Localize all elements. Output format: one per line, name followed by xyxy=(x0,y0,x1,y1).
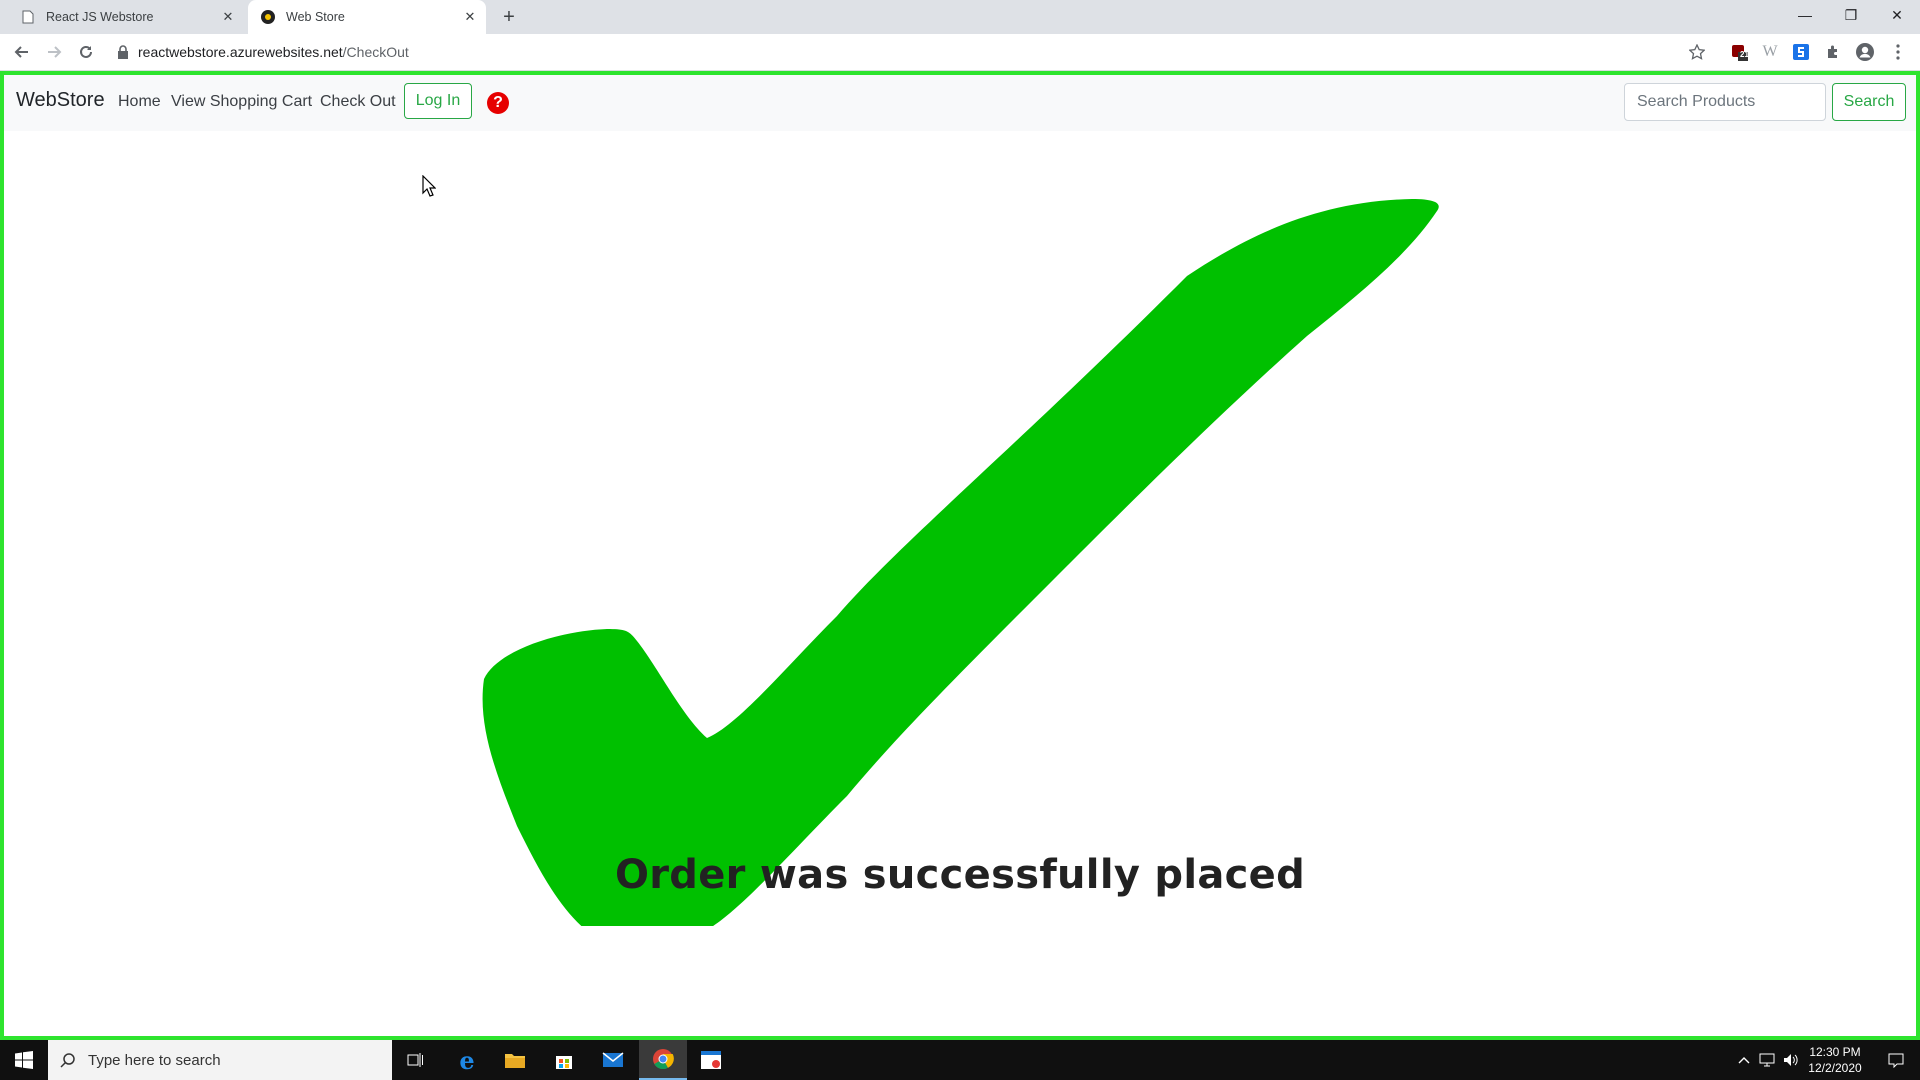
clock-time: 12:30 PM xyxy=(1809,1045,1861,1059)
success-checkmark-icon xyxy=(482,199,1439,926)
tab-react-js-webstore[interactable]: React JS Webstore ✕ xyxy=(8,0,244,34)
tab-web-store[interactable]: Web Store ✕ xyxy=(248,0,486,34)
taskbar-search-placeholder: Type here to search xyxy=(88,1051,221,1069)
app-window-icon[interactable] xyxy=(687,1040,735,1080)
nav-link-check-out[interactable]: Check Out xyxy=(320,93,396,111)
microsoft-store-icon[interactable] xyxy=(540,1040,588,1080)
new-tab-icon[interactable]: + xyxy=(496,4,522,30)
search-icon xyxy=(48,1052,88,1068)
mouse-cursor-icon xyxy=(422,175,436,197)
forward-icon[interactable] xyxy=(42,40,66,64)
volume-icon[interactable] xyxy=(1780,1040,1802,1080)
search-button[interactable]: Search xyxy=(1832,83,1906,121)
s-extension-icon[interactable] xyxy=(1789,40,1813,64)
order-success-message: Order was successfully placed xyxy=(614,852,1306,898)
close-tab-icon[interactable]: ✕ xyxy=(462,9,478,25)
task-view-icon[interactable] xyxy=(392,1040,440,1080)
show-hidden-icons-chevron-icon[interactable] xyxy=(1734,1040,1754,1080)
browser-tab-bar: React JS Webstore ✕ Web Store ✕ + — ❐ ✕ xyxy=(0,0,1920,34)
restore-icon[interactable]: ❐ xyxy=(1828,0,1874,30)
windows-start-icon[interactable] xyxy=(0,1040,48,1080)
taskbar-clock[interactable]: 12:30 PM 12/2/2020 xyxy=(1800,1040,1870,1080)
profile-avatar-icon[interactable] xyxy=(1853,40,1877,64)
site-favicon-icon xyxy=(260,9,276,25)
brand-logo-text[interactable]: WebStore xyxy=(16,89,105,112)
file-explorer-icon[interactable] xyxy=(491,1040,539,1080)
bookmark-star-icon[interactable] xyxy=(1685,40,1709,64)
back-icon[interactable] xyxy=(10,40,34,64)
reload-icon[interactable] xyxy=(74,40,98,64)
login-button[interactable]: Log In xyxy=(404,83,472,119)
lock-icon xyxy=(118,45,128,59)
taskbar-search-box[interactable]: Type here to search xyxy=(48,1040,392,1080)
chrome-icon[interactable] xyxy=(639,1040,687,1080)
address-bar[interactable]: reactwebstore.azurewebsites.net/CheckOut xyxy=(116,38,1696,66)
url-text: reactwebstore.azurewebsites.net/CheckOut xyxy=(138,44,409,60)
page-viewport: WebStore Home View Shopping Cart Check O… xyxy=(0,71,1920,1040)
nav-link-home[interactable]: Home xyxy=(118,93,161,111)
clock-date: 12/2/2020 xyxy=(1808,1061,1862,1075)
tab-title: Web Store xyxy=(286,10,345,24)
url-path: /CheckOut xyxy=(342,44,409,60)
browser-toolbar: reactwebstore.azurewebsites.net/CheckOut… xyxy=(0,34,1920,71)
extensions-puzzle-icon[interactable] xyxy=(1821,40,1845,64)
action-center-icon[interactable] xyxy=(1872,1040,1920,1080)
close-window-icon[interactable]: ✕ xyxy=(1874,0,1920,30)
nav-link-view-shopping-cart[interactable]: View Shopping Cart xyxy=(171,93,312,111)
windows-taskbar: Type here to search e 12:30 PM 12/2/2020 xyxy=(0,1040,1920,1080)
edge-browser-icon[interactable]: e xyxy=(443,1040,491,1080)
help-question-icon[interactable]: ? xyxy=(487,92,509,114)
browser-menu-icon[interactable] xyxy=(1886,40,1910,64)
document-icon xyxy=(20,9,36,25)
tab-title: React JS Webstore xyxy=(46,10,154,24)
site-navbar: WebStore Home View Shopping Cart Check O… xyxy=(4,75,1916,131)
extension-badge-count: 21 xyxy=(1740,50,1749,59)
search-products-input[interactable] xyxy=(1624,83,1826,121)
mail-icon[interactable] xyxy=(589,1040,637,1080)
minimize-icon[interactable]: — xyxy=(1782,0,1828,30)
network-icon[interactable] xyxy=(1756,1040,1778,1080)
extension-badge-icon[interactable]: 21 xyxy=(1727,40,1751,64)
close-tab-icon[interactable]: ✕ xyxy=(220,9,236,25)
url-host: reactwebstore.azurewebsites.net xyxy=(138,44,343,60)
w-extension-icon[interactable]: W xyxy=(1758,40,1782,64)
